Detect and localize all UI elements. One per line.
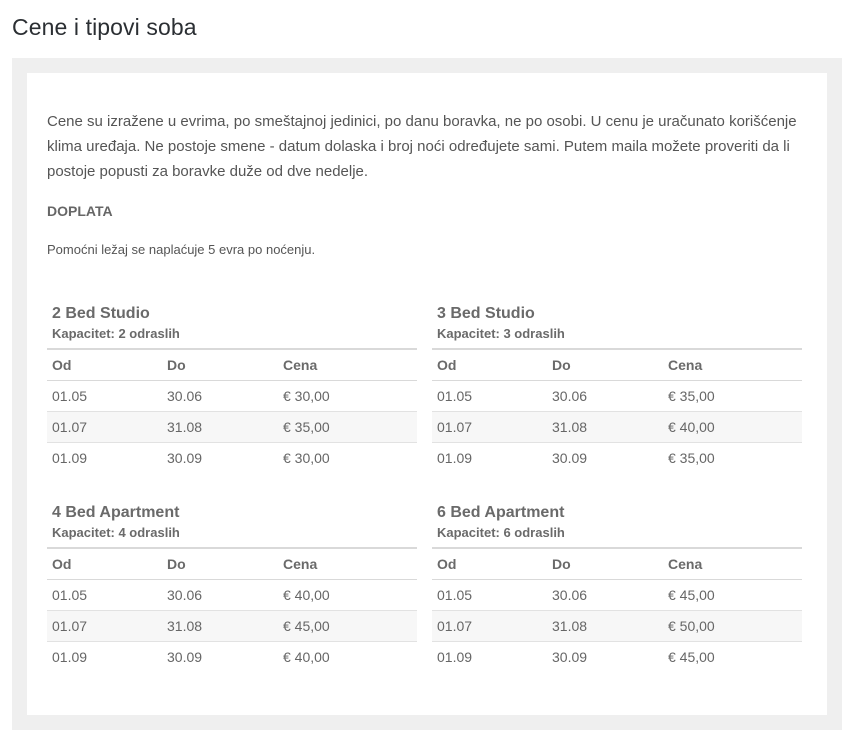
room-card-3-bed-studio: 3 Bed Studio Kapacitet: 3 odraslih Od Do… <box>432 303 802 473</box>
cell-to: 30.09 <box>552 450 588 466</box>
table-row: 01.07 31.08 € 50,00 <box>432 610 802 642</box>
column-header-price: Cena <box>278 349 417 381</box>
cell-price: € 35,00 <box>663 380 802 412</box>
cell-from: 01.05 <box>432 380 547 412</box>
page-title: Cene i tipovi soba <box>12 14 197 40</box>
cell-to: 30.09 <box>167 649 203 665</box>
cell-from: 01.05 <box>47 380 162 412</box>
cell-from: 01.09 <box>437 649 473 665</box>
cell-from: 01.07 <box>47 411 162 443</box>
room-name: 6 Bed Apartment <box>437 504 565 521</box>
section-title-doplata: DOPLATA <box>47 203 113 219</box>
cell-price: € 50,00 <box>663 610 802 642</box>
column-header-from: Od <box>47 349 162 381</box>
cell-from: 01.07 <box>432 610 547 642</box>
content-panel: Cene su izražene u evrima, po smeštajnoj… <box>12 58 842 730</box>
room-card-4-bed-apartment: 4 Bed Apartment Kapacitet: 4 odraslih Od… <box>47 502 417 672</box>
table-row: 01.05 30.06 € 40,00 <box>47 579 417 611</box>
table-row: 01.05 30.06 € 45,00 <box>432 579 802 611</box>
column-header-price: Cena <box>663 349 802 381</box>
cell-from: 01.09 <box>52 450 88 466</box>
cell-price: € 45,00 <box>668 649 715 665</box>
column-header-to: Do <box>162 548 278 580</box>
cell-from: 01.09 <box>52 649 88 665</box>
column-header-to: Do <box>162 349 278 381</box>
room-name: 4 Bed Apartment <box>52 504 180 521</box>
cell-to: 30.06 <box>162 579 278 611</box>
column-header-from: Od <box>432 548 547 580</box>
rates-table: Od Do Cena 01.05 30.06 € 45,00 01.07 31.… <box>432 547 802 672</box>
cell-from: 01.05 <box>47 579 162 611</box>
table-header-row: Od Do Cena <box>47 548 417 580</box>
room-capacity: Kapacitet: 4 odraslih <box>52 525 180 540</box>
cell-to: 30.06 <box>162 380 278 412</box>
cell-to: 31.08 <box>547 610 663 642</box>
cell-from: 01.07 <box>432 411 547 443</box>
rates-table: Od Do Cena 01.05 30.06 € 30,00 01.07 31.… <box>47 348 417 473</box>
table-header-row: Od Do Cena <box>432 548 802 580</box>
table-row: 01.07 31.08 € 45,00 <box>47 610 417 642</box>
room-name: 2 Bed Studio <box>52 305 150 322</box>
cell-price: € 45,00 <box>663 579 802 611</box>
intro-text: Cene su izražene u evrima, po smeštajnoj… <box>47 113 797 180</box>
cell-to: 30.06 <box>547 380 663 412</box>
room-name: 3 Bed Studio <box>437 305 535 322</box>
extra-bed-note: Pomoćni ležaj se naplaćuje 5 evra po noć… <box>47 242 316 257</box>
table-row: 01.09 30.09 € 30,00 <box>47 443 417 474</box>
cell-from: 01.07 <box>47 610 162 642</box>
cell-from: 01.05 <box>432 579 547 611</box>
room-capacity: Kapacitet: 2 odraslih <box>52 326 180 341</box>
cell-to: 31.08 <box>547 411 663 443</box>
room-capacity: Kapacitet: 3 odraslih <box>437 326 565 341</box>
cell-to: 31.08 <box>162 411 278 443</box>
table-row: 01.07 31.08 € 40,00 <box>432 411 802 443</box>
room-capacity: Kapacitet: 6 odraslih <box>437 525 565 540</box>
column-header-from: Od <box>47 548 162 580</box>
table-row: 01.05 30.06 € 30,00 <box>47 380 417 412</box>
cell-price: € 45,00 <box>278 610 417 642</box>
rates-table: Od Do Cena 01.05 30.06 € 40,00 01.07 31.… <box>47 547 417 672</box>
table-header-row: Od Do Cena <box>47 349 417 381</box>
table-row: 01.05 30.06 € 35,00 <box>432 380 802 412</box>
cell-price: € 30,00 <box>283 450 330 466</box>
room-card-2-bed-studio: 2 Bed Studio Kapacitet: 2 odraslih Od Do… <box>47 303 417 473</box>
cell-to: 30.06 <box>547 579 663 611</box>
column-header-price: Cena <box>278 548 417 580</box>
room-card-6-bed-apartment: 6 Bed Apartment Kapacitet: 6 odraslih Od… <box>432 502 802 672</box>
table-row: 01.09 30.09 € 40,00 <box>47 642 417 673</box>
cell-price: € 35,00 <box>278 411 417 443</box>
content-card: Cene su izražene u evrima, po smeštajnoj… <box>27 73 827 715</box>
column-header-from: Od <box>432 349 547 381</box>
table-row: 01.09 30.09 € 35,00 <box>432 443 802 474</box>
cell-from: 01.09 <box>437 450 473 466</box>
cell-to: 30.09 <box>552 649 588 665</box>
cell-to: 30.09 <box>167 450 203 466</box>
cell-price: € 40,00 <box>283 649 330 665</box>
cell-to: 31.08 <box>162 610 278 642</box>
cell-price: € 40,00 <box>663 411 802 443</box>
cell-price: € 35,00 <box>668 450 715 466</box>
table-row: 01.07 31.08 € 35,00 <box>47 411 417 443</box>
table-row: 01.09 30.09 € 45,00 <box>432 642 802 673</box>
rates-table: Od Do Cena 01.05 30.06 € 35,00 01.07 31.… <box>432 348 802 473</box>
column-header-to: Do <box>547 548 663 580</box>
cell-price: € 40,00 <box>278 579 417 611</box>
table-header-row: Od Do Cena <box>432 349 802 381</box>
column-header-price: Cena <box>663 548 802 580</box>
column-header-to: Do <box>547 349 663 381</box>
cell-price: € 30,00 <box>278 380 417 412</box>
